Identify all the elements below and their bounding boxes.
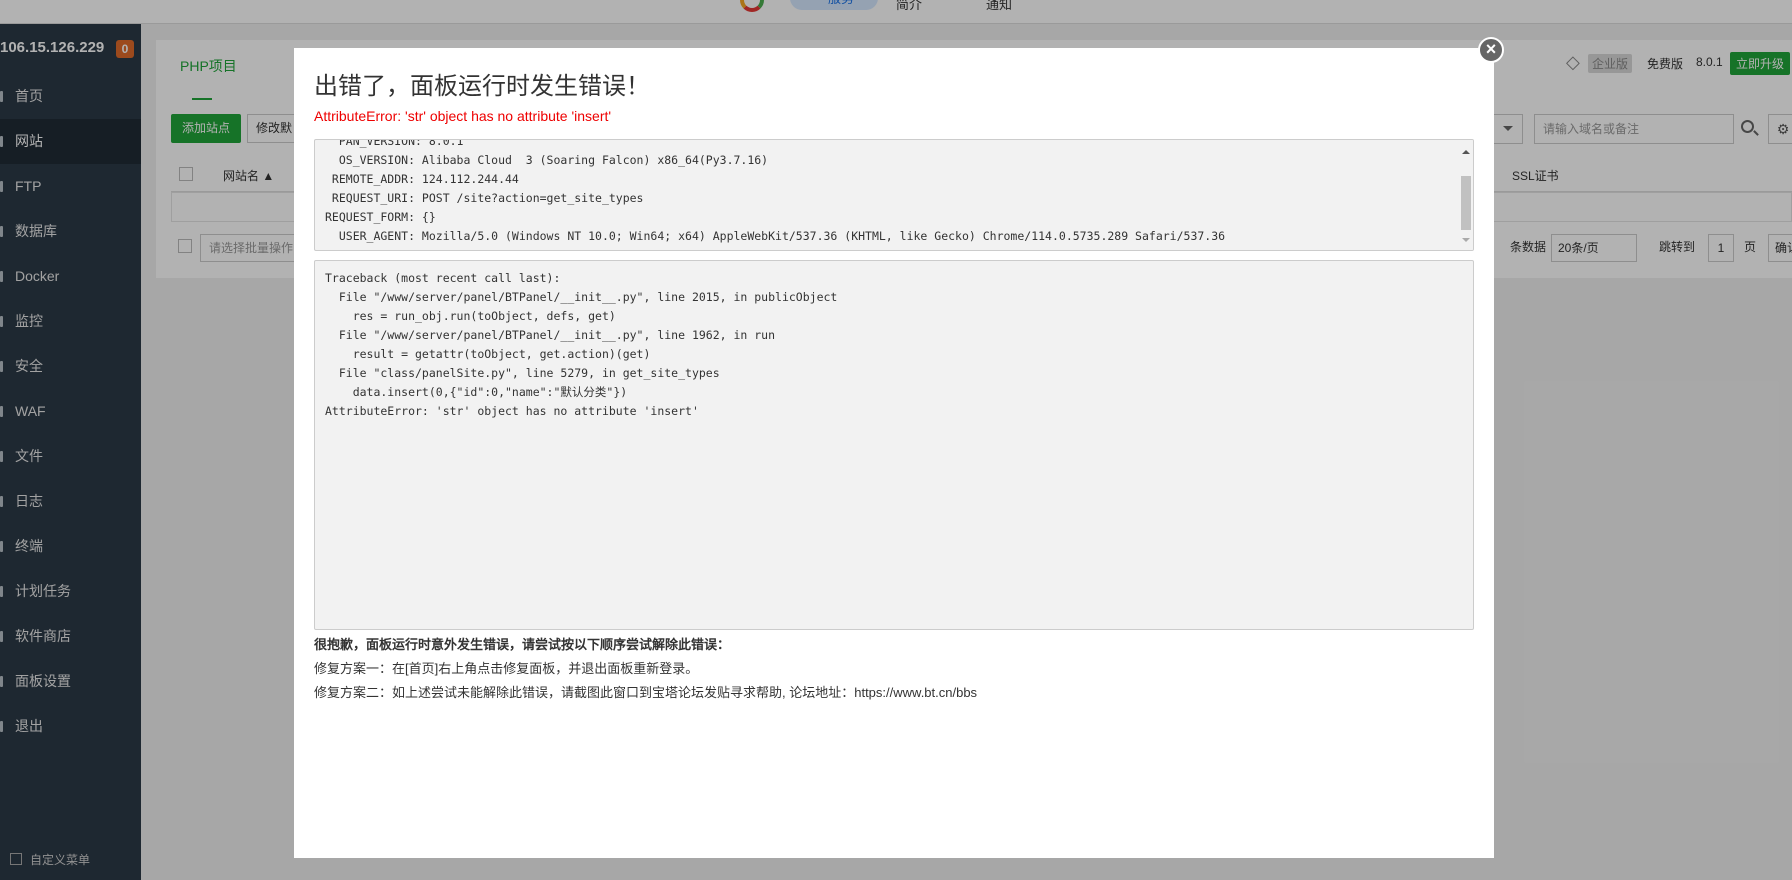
traceback-line: File "/www/server/panel/BTPanel/__init__… bbox=[325, 290, 838, 304]
environment-info-box[interactable]: PAN_VERSION: 8.0.1 OS_VERSION: Alibaba C… bbox=[314, 139, 1474, 251]
scroll-down-icon[interactable] bbox=[1462, 238, 1470, 246]
traceback-line: Traceback (most recent call last): bbox=[325, 271, 561, 285]
traceback-line: result = getattr(toObject, get.action)(g… bbox=[325, 347, 651, 361]
traceback-line: File "/www/server/panel/BTPanel/__init__… bbox=[325, 328, 776, 342]
apology-text: 很抱歉，面板运行时意外发生错误，请尝试按以下顺序尝试解除此错误： bbox=[314, 637, 731, 652]
error-dialog: 出错了，面板运行时发生错误！ AttributeError: 'str' obj… bbox=[294, 48, 1494, 858]
dialog-title: 出错了，面板运行时发生错误！ bbox=[314, 73, 650, 100]
scrollbar[interactable] bbox=[1459, 140, 1473, 250]
env-line: PAN_VERSION: 8.0.1 bbox=[325, 139, 464, 148]
scrollbar-thumb[interactable] bbox=[1461, 176, 1471, 230]
fix-option-2: 修复方案二：如上述尝试未能解除此错误，请截图此窗口到宝塔论坛发贴寻求帮助, 论坛… bbox=[314, 685, 978, 700]
fix-option-1: 修复方案一：在[首页]右上角点击修复面板，并退出面板重新登录。 bbox=[314, 661, 699, 676]
error-message: AttributeError: 'str' object has no attr… bbox=[314, 108, 612, 124]
env-line: REQUEST_URI: POST /site?action=get_site_… bbox=[325, 191, 644, 205]
traceback-line: File "class/panelSite.py", line 5279, in… bbox=[325, 366, 720, 380]
env-line: REMOTE_ADDR: 124.112.244.44 bbox=[325, 172, 519, 186]
traceback-line: AttributeError: 'str' object has no attr… bbox=[325, 404, 699, 418]
traceback-line: res = run_obj.run(toObject, defs, get) bbox=[325, 309, 616, 323]
scroll-up-icon[interactable] bbox=[1462, 146, 1470, 154]
env-line: OS_VERSION: Alibaba Cloud 3 (Soaring Fal… bbox=[325, 153, 769, 167]
traceback-line: data.insert(0,{"id":0,"name":"默认分类"}) bbox=[325, 385, 628, 399]
env-line: REQUEST_FORM: {} bbox=[325, 210, 436, 224]
close-icon[interactable]: × bbox=[1478, 37, 1504, 63]
env-line: USER_AGENT: Mozilla/5.0 (Windows NT 10.0… bbox=[325, 229, 1226, 243]
traceback-box[interactable]: Traceback (most recent call last): File … bbox=[314, 260, 1474, 630]
